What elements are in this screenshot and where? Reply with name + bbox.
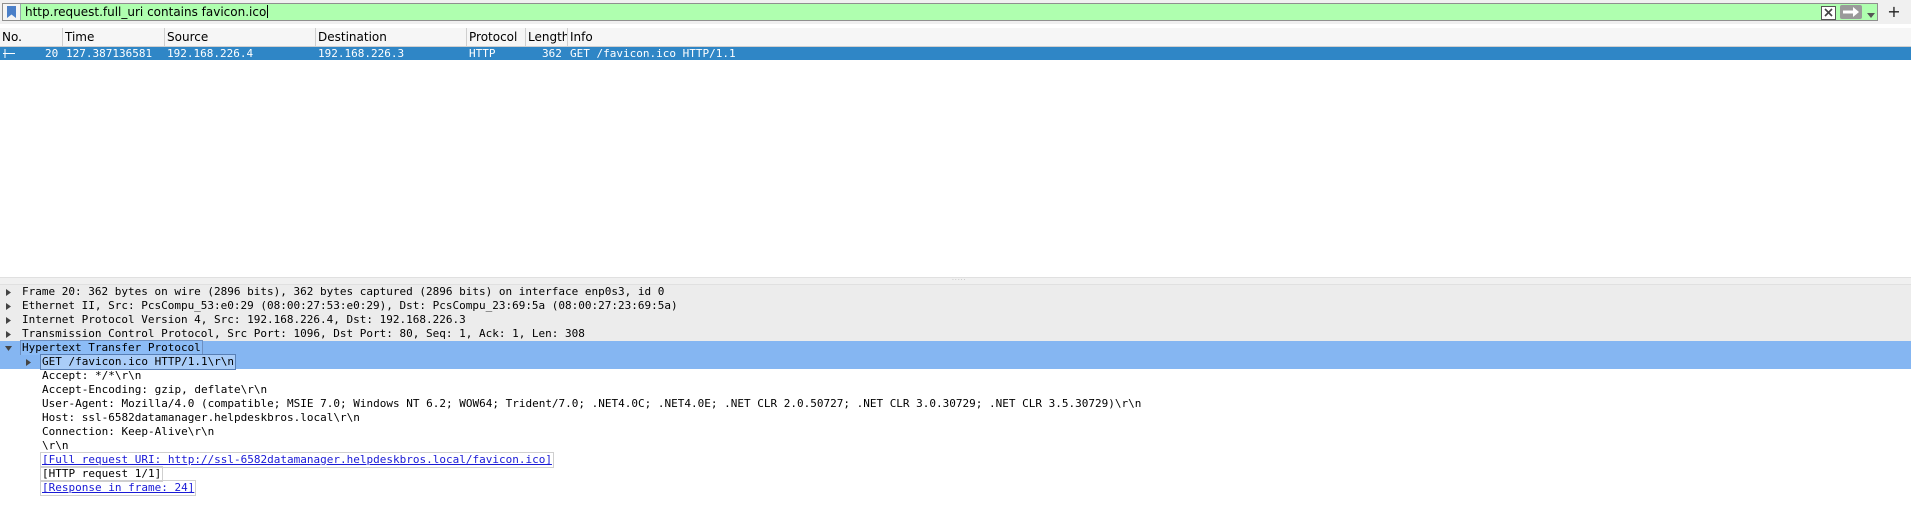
tree-node-tcp[interactable]: Transmission Control Protocol, Src Port:… bbox=[0, 327, 1911, 341]
tree-node-frame[interactable]: Frame 20: 362 bytes on wire (2896 bits),… bbox=[0, 285, 1911, 299]
arrow-right-icon[interactable] bbox=[1840, 5, 1862, 19]
tree-leaf-response-in[interactable]: [Response in frame: 24] bbox=[0, 480, 1911, 496]
tree-label: Transmission Control Protocol, Src Port:… bbox=[22, 327, 585, 340]
tree-leaf-full-uri[interactable]: [Full request URI: http://ssl-6582datama… bbox=[0, 452, 1911, 468]
packet-row[interactable]: 20 127.387136581 192.168.226.4 192.168.2… bbox=[0, 47, 1911, 60]
tree-node-ethernet[interactable]: Ethernet II, Src: PcsCompu_53:e0:29 (08:… bbox=[0, 299, 1911, 313]
tree-leaf-user-agent[interactable]: User-Agent: Mozilla/4.0 (compatible; MSI… bbox=[0, 397, 1911, 411]
tree-label: Connection: Keep-Alive\r\n bbox=[42, 425, 215, 438]
cell-destination: 192.168.226.3 bbox=[318, 47, 405, 60]
cell-protocol: HTTP bbox=[469, 47, 496, 60]
column-header-protocol[interactable]: Protocol bbox=[467, 28, 526, 46]
column-header-source[interactable]: Source bbox=[165, 28, 316, 46]
collapse-arrow-icon[interactable] bbox=[5, 346, 12, 351]
bookmark-icon[interactable] bbox=[3, 4, 21, 20]
cell-length: 362 bbox=[542, 47, 562, 60]
column-header-length[interactable]: Length bbox=[526, 28, 568, 46]
tree-label: Hypertext Transfer Protocol bbox=[20, 340, 203, 356]
tree-label: Accept-Encoding: gzip, deflate\r\n bbox=[42, 383, 268, 396]
chevron-down-icon[interactable] bbox=[1867, 8, 1875, 22]
tree-node-http[interactable]: Hypertext Transfer Protocol bbox=[0, 340, 1911, 356]
column-header-time[interactable]: Time bbox=[63, 28, 165, 46]
cell-info: GET /favicon.ico HTTP/1.1 bbox=[570, 47, 736, 60]
expand-arrow-icon[interactable] bbox=[6, 317, 11, 324]
display-filter-input[interactable]: http.request.full_uri contains favicon.i… bbox=[25, 4, 269, 20]
tree-leaf-crlf[interactable]: \r\n bbox=[0, 439, 1911, 453]
tree-label: Frame 20: 362 bytes on wire (2896 bits),… bbox=[22, 285, 665, 298]
expand-arrow-icon[interactable] bbox=[26, 359, 31, 366]
tree-node-request-line[interactable]: GET /favicon.ico HTTP/1.1\r\n bbox=[0, 354, 1911, 370]
request-marker-icon bbox=[3, 49, 15, 58]
tree-label: User-Agent: Mozilla/4.0 (compatible; MSI… bbox=[42, 397, 1142, 410]
tree-label: Host: ssl-6582datamanager.helpdeskbros.l… bbox=[42, 411, 360, 424]
packet-list-empty-area[interactable] bbox=[0, 60, 1911, 278]
splitter-grip-icon: ····· bbox=[952, 277, 967, 284]
tree-node-ip[interactable]: Internet Protocol Version 4, Src: 192.16… bbox=[0, 313, 1911, 327]
pane-splitter[interactable]: ····· bbox=[0, 277, 1911, 285]
tree-label: Internet Protocol Version 4, Src: 192.16… bbox=[22, 313, 466, 326]
expand-arrow-icon[interactable] bbox=[6, 331, 11, 338]
tree-leaf-request-num[interactable]: [HTTP request 1/1] bbox=[0, 466, 1911, 482]
column-header-no[interactable]: No. bbox=[0, 28, 63, 46]
clear-icon[interactable] bbox=[1821, 6, 1836, 20]
full-uri-link[interactable]: [Full request URI: http://ssl-6582datama… bbox=[40, 452, 554, 468]
cell-no: 20 bbox=[45, 47, 59, 60]
cell-time: 127.387136581 bbox=[66, 47, 153, 60]
expand-arrow-icon[interactable] bbox=[6, 303, 11, 310]
tree-label: GET /favicon.ico HTTP/1.1\r\n bbox=[39, 354, 237, 370]
expand-arrow-icon[interactable] bbox=[6, 289, 11, 296]
column-header-info[interactable]: Info bbox=[568, 28, 1911, 46]
packet-list-header: No. Time Source Destination Protocol Len… bbox=[0, 28, 1911, 47]
display-filter-toolbar: http.request.full_uri contains favicon.i… bbox=[0, 0, 1911, 24]
response-frame-link[interactable]: [Response in frame: 24] bbox=[39, 480, 197, 496]
column-header-destination[interactable]: Destination bbox=[316, 28, 467, 46]
tree-leaf-host[interactable]: Host: ssl-6582datamanager.helpdeskbros.l… bbox=[0, 411, 1911, 425]
tree-leaf-accept[interactable]: Accept: */*\r\n bbox=[0, 369, 1911, 383]
packet-details-tree: Frame 20: 362 bytes on wire (2896 bits),… bbox=[0, 285, 1911, 530]
tree-label: Accept: */*\r\n bbox=[42, 369, 142, 382]
add-filter-button[interactable]: + bbox=[1886, 2, 1902, 22]
tree-label: \r\n bbox=[42, 439, 69, 452]
display-filter-field[interactable]: http.request.full_uri contains favicon.i… bbox=[2, 3, 1878, 21]
tree-label: Ethernet II, Src: PcsCompu_53:e0:29 (08:… bbox=[22, 299, 678, 312]
tree-leaf-accept-encoding[interactable]: Accept-Encoding: gzip, deflate\r\n bbox=[0, 383, 1911, 397]
cell-source: 192.168.226.4 bbox=[167, 47, 254, 60]
tree-label: [HTTP request 1/1] bbox=[39, 466, 164, 482]
tree-leaf-connection[interactable]: Connection: Keep-Alive\r\n bbox=[0, 425, 1911, 439]
